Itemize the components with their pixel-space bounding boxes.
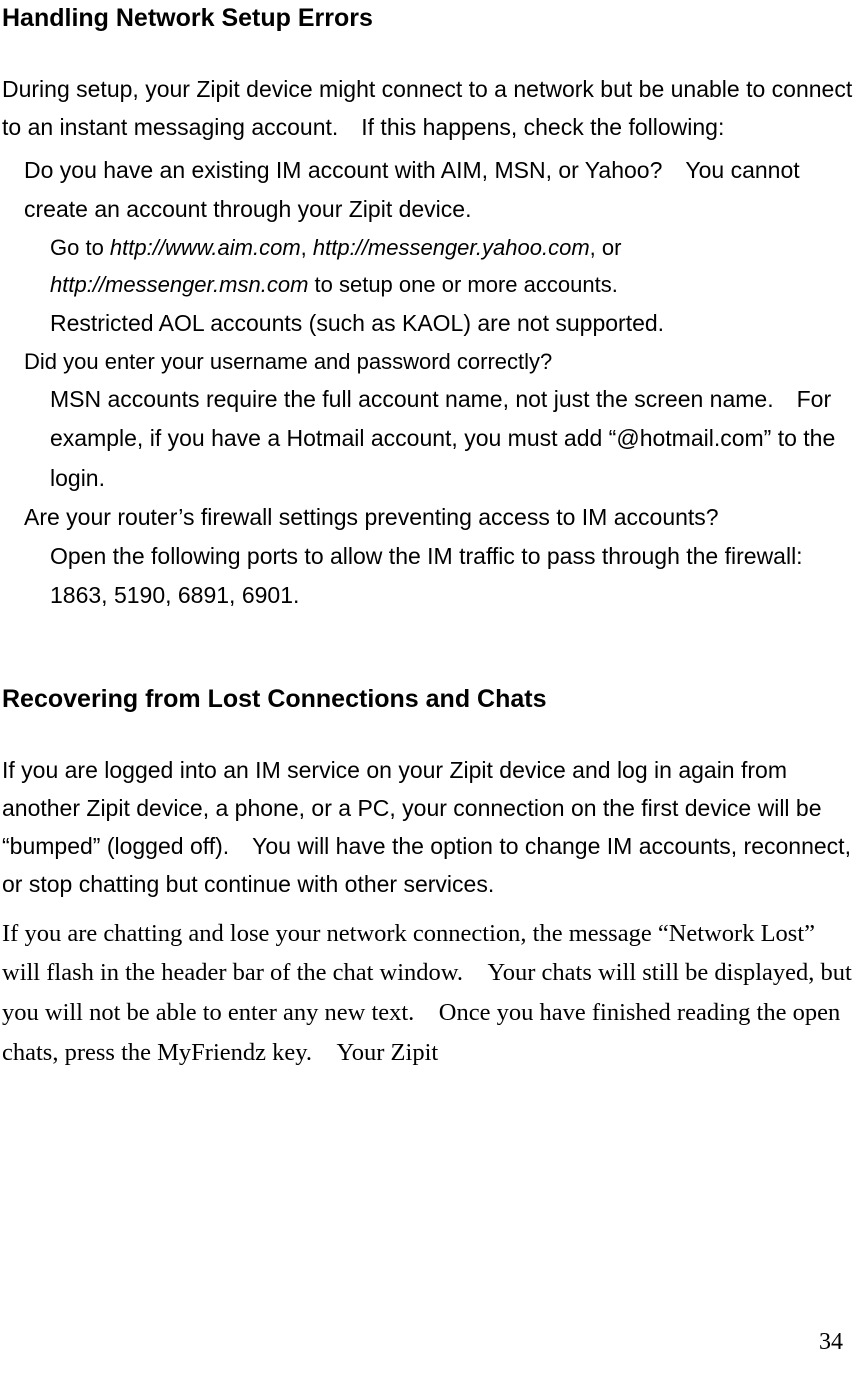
text-setup-accounts: to setup one or more accounts. xyxy=(308,272,617,297)
list-subitem-msn-accounts: MSN accounts require the full account na… xyxy=(50,380,859,497)
list-subitem-restricted-aol: Restricted AOL accounts (such as KAOL) a… xyxy=(50,304,859,343)
heading-network-setup-errors: Handling Network Setup Errors xyxy=(2,4,859,33)
url-msn: http://messenger.msn.com xyxy=(50,272,308,297)
url-aim: http://www.aim.com xyxy=(110,235,301,260)
url-yahoo: http://messenger.yahoo.com xyxy=(313,235,590,260)
intro-paragraph-1: During setup, your Zipit device might co… xyxy=(2,71,859,147)
page-number: 34 xyxy=(819,1329,843,1356)
paragraph-network-lost: If you are chatting and lose your networ… xyxy=(2,914,859,1073)
list-subitem-setup-accounts: Go to http://www.aim.com, http://messeng… xyxy=(50,229,859,304)
list-item-im-account: Do you have an existing IM account with … xyxy=(24,151,859,229)
heading-lost-connections: Recovering from Lost Connections and Cha… xyxy=(2,685,859,714)
list-item-firewall: Are your router’s firewall settings prev… xyxy=(24,498,859,537)
text-or: , or xyxy=(590,235,622,260)
intro-paragraph-2: If you are logged into an IM service on … xyxy=(2,752,859,904)
text-goto: Go to xyxy=(50,235,110,260)
list-item-username-password: Did you enter your username and password… xyxy=(24,343,859,380)
document-page: Handling Network Setup Errors During set… xyxy=(0,0,865,1376)
list-subitem-ports: Open the following ports to allow the IM… xyxy=(50,537,859,615)
text-comma-1: , xyxy=(301,235,313,260)
